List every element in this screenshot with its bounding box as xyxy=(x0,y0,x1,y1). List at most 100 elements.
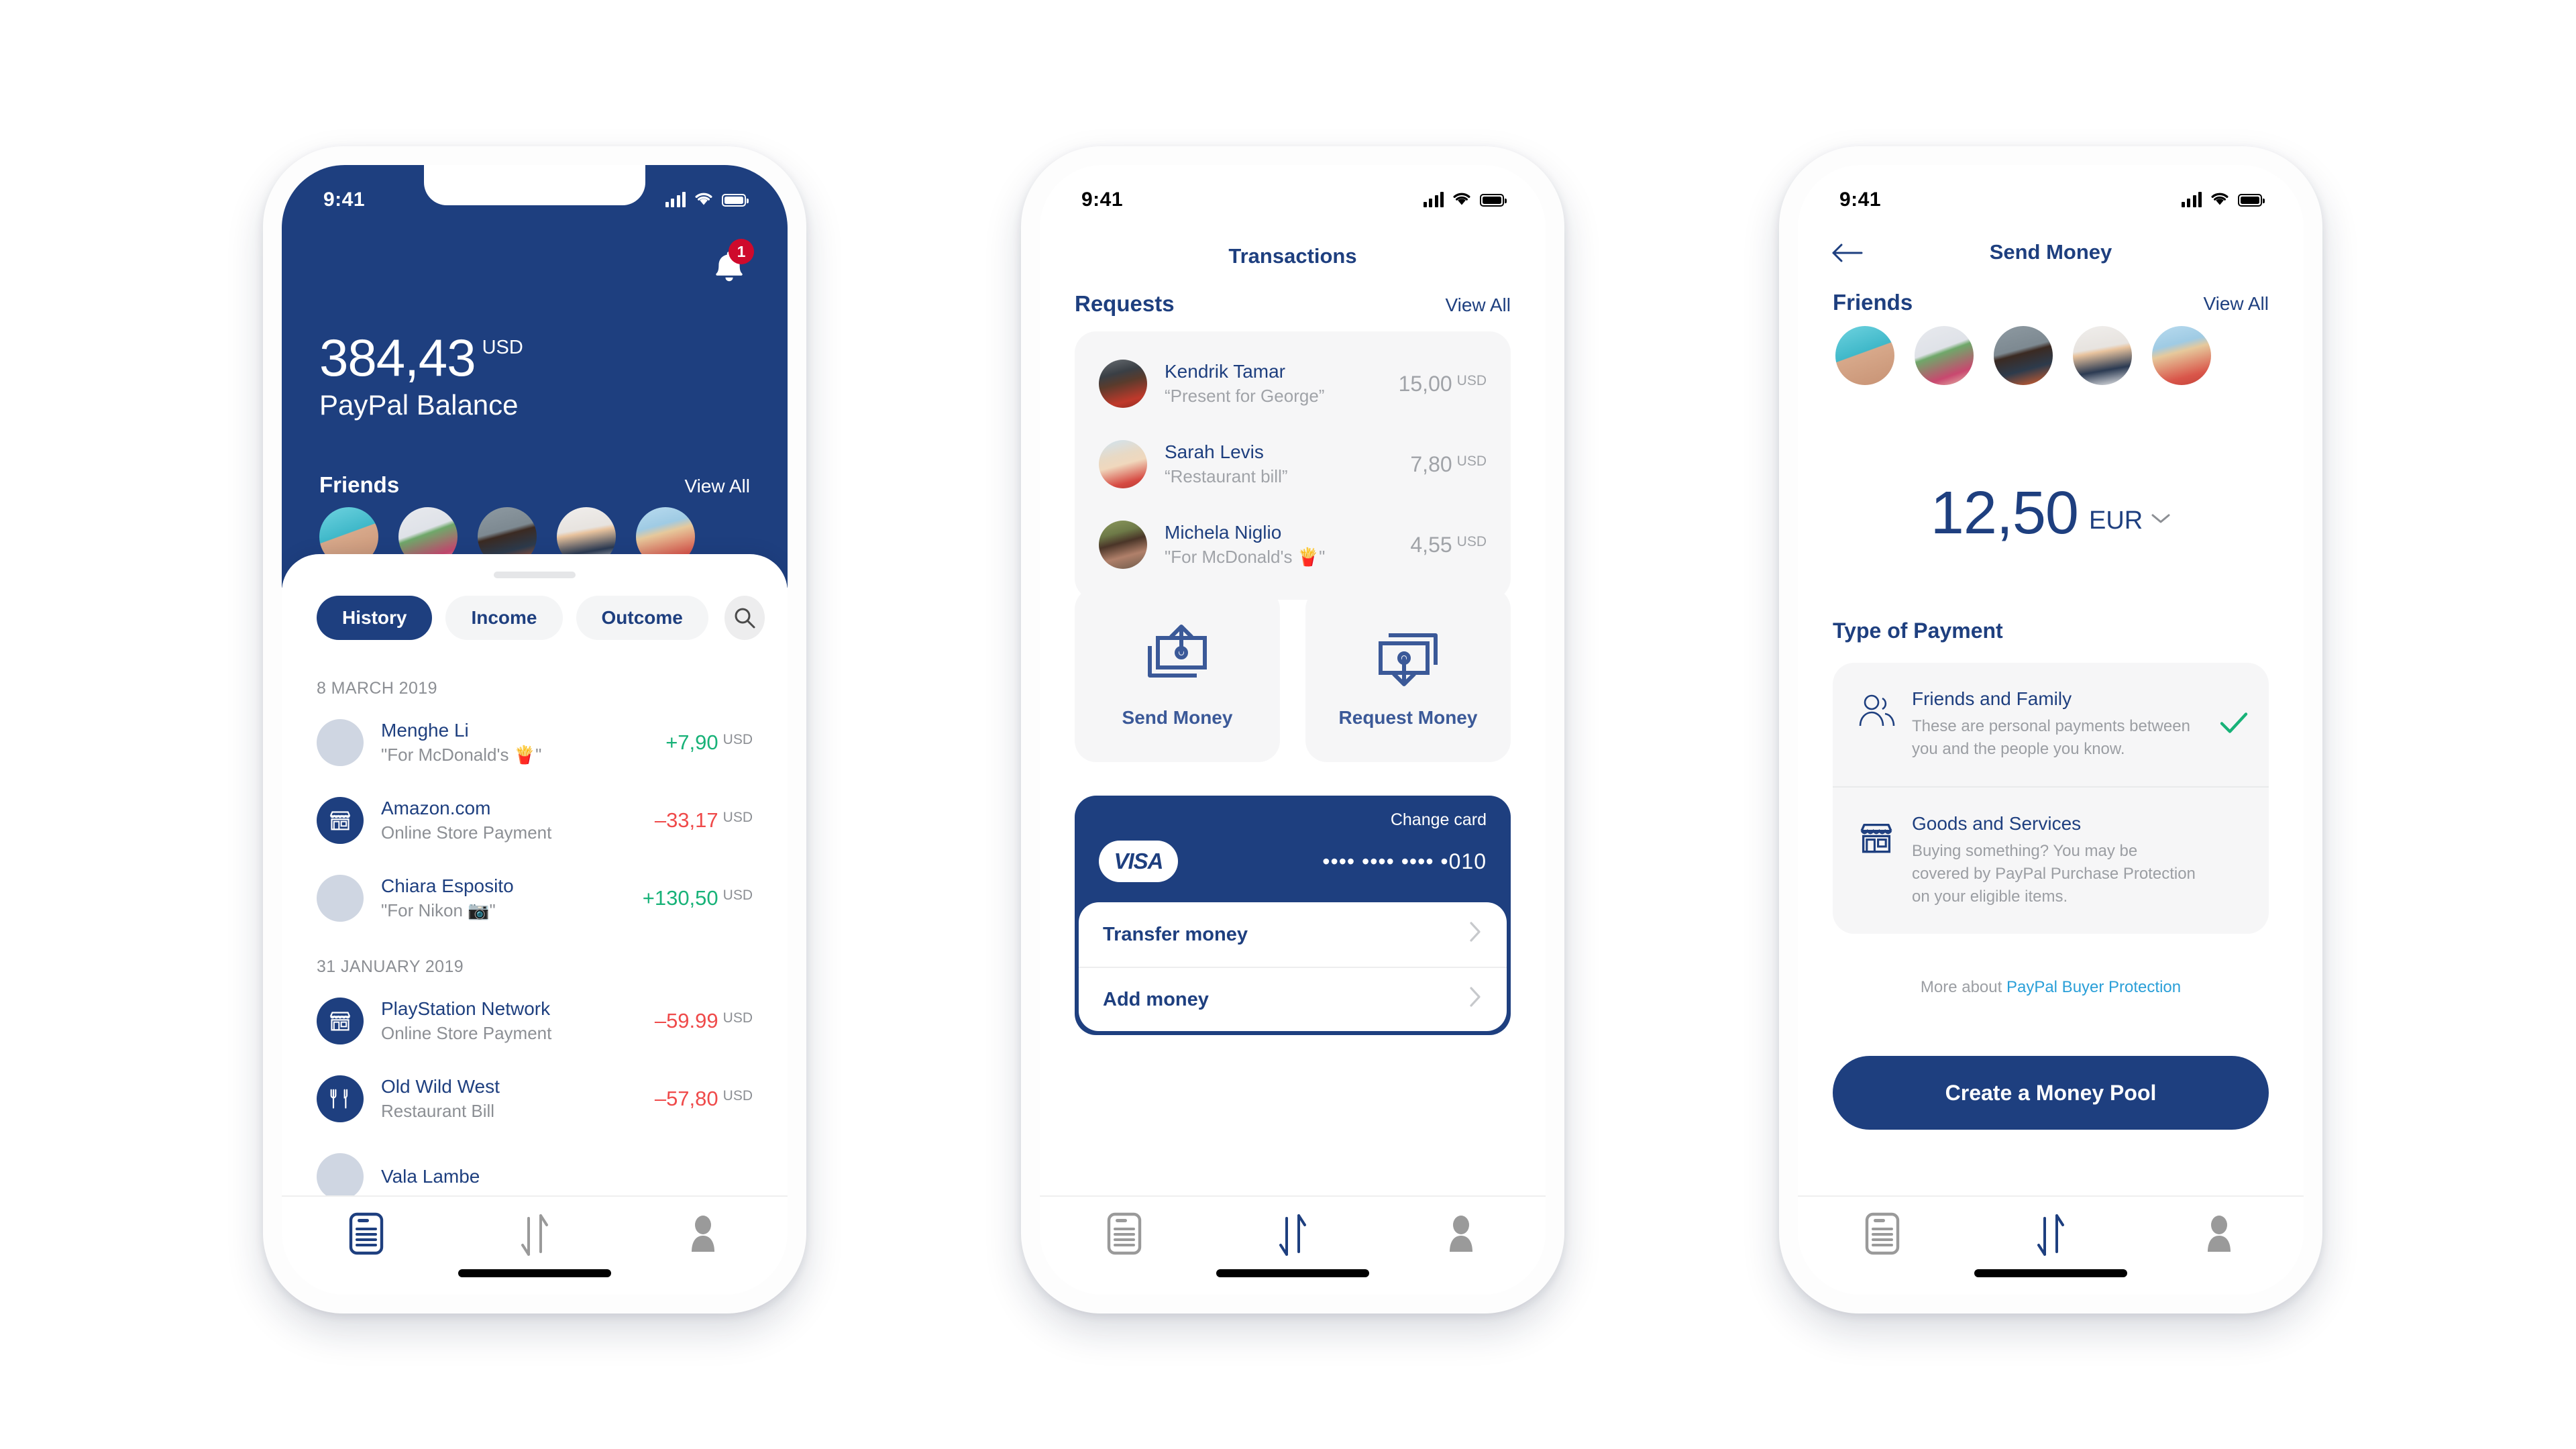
request-avatar xyxy=(1099,521,1147,569)
request-row[interactable]: Kendrik Tamar “Present for George” 15,00 US… xyxy=(1099,343,1487,424)
requests-view-all-link[interactable]: View All xyxy=(1445,294,1511,316)
transaction-avatar xyxy=(317,875,364,922)
requests-title: Requests xyxy=(1075,291,1175,316)
nav-transfer[interactable] xyxy=(1208,1212,1377,1262)
bottom-navigation xyxy=(282,1195,788,1295)
request-note: "For McDonald's 🍟" xyxy=(1165,547,1326,567)
transaction-date-header: 31 JANUARY 2019 xyxy=(317,957,464,976)
filter-tab-outcome[interactable]: Outcome xyxy=(576,596,708,640)
transaction-row[interactable]: Amazon.com Online Store Payment –33,17 USD xyxy=(317,782,753,859)
back-button[interactable] xyxy=(1831,241,1864,268)
request-details: Kendrik Tamar “Present for George” xyxy=(1165,361,1324,407)
status-indicators xyxy=(665,191,749,209)
transaction-details: PlayStation Network Online Store Payment xyxy=(381,998,551,1044)
transaction-details: Amazon.com Online Store Payment xyxy=(381,798,551,843)
store-icon xyxy=(317,797,364,844)
request-note: “Restaurant bill” xyxy=(1165,466,1288,486)
cellular-bars-icon xyxy=(2181,192,2202,207)
friend-avatar-3[interactable] xyxy=(1994,326,2053,385)
wifi-icon xyxy=(1452,191,1472,209)
amount-currency: USD xyxy=(1456,372,1487,388)
nav-profile[interactable] xyxy=(619,1212,788,1259)
amount-currency: USD xyxy=(722,1088,753,1104)
chevron-down-icon[interactable] xyxy=(2151,513,2171,528)
home-indicator xyxy=(1974,1269,2127,1277)
amount-currency: USD xyxy=(722,1010,753,1026)
people-icon xyxy=(1856,688,1897,761)
transaction-name: PlayStation Network xyxy=(381,998,551,1019)
card-brand-row: VISA •••• •••• •••• •010 xyxy=(1075,830,1511,902)
amount-value: 4,55 xyxy=(1410,532,1452,557)
balance-amount: 384,43 xyxy=(319,328,476,387)
action-label: Request Money xyxy=(1338,706,1478,728)
request-amount: 4,55 USD xyxy=(1410,533,1487,557)
request-amount: 7,80 USD xyxy=(1410,452,1487,477)
filter-tab-income[interactable]: Income xyxy=(445,596,563,640)
nav-profile[interactable] xyxy=(2135,1212,2304,1259)
transaction-note: "For McDonald's 🍟" xyxy=(381,745,542,765)
transaction-note: Restaurant Bill xyxy=(381,1101,495,1121)
payment-type-option[interactable]: Goods and Services Buying something? You … xyxy=(1833,786,2269,934)
send-money-button[interactable]: Send Money xyxy=(1075,588,1280,762)
transaction-row[interactable]: Chiara Esposito "For Nikon 📷" +130,50 USD xyxy=(317,859,753,937)
check-icon xyxy=(2219,711,2249,739)
transaction-amount: +7,90 USD xyxy=(665,731,753,755)
request-money-icon xyxy=(1371,622,1445,692)
requests-card: Kendrik Tamar “Present for George” 15,00 US… xyxy=(1075,331,1511,600)
payment-type-option[interactable]: Friends and Family These are personal pay… xyxy=(1833,663,2269,786)
store-icon xyxy=(317,998,364,1044)
cellular-bars-icon xyxy=(665,192,686,207)
request-row[interactable]: Michela Niglio "For McDonald's 🍟" 4,55 USD xyxy=(1099,504,1487,585)
friends-header: Friends View All xyxy=(319,472,750,498)
phone-home-screen: 9:41 1 384,43 USD PayPal Balance Friends… xyxy=(263,146,806,1313)
amount-value: 12,50 xyxy=(1930,480,2079,547)
friends-view-all-link[interactable]: View All xyxy=(2203,293,2269,315)
nav-statement[interactable] xyxy=(282,1212,450,1259)
nav-statement[interactable] xyxy=(1040,1212,1208,1259)
nav-transfer[interactable] xyxy=(450,1212,619,1262)
friend-avatar-1[interactable] xyxy=(1835,326,1894,385)
screen-send-money: 9:41 Send Money Friends View All 12,50 E… xyxy=(1798,165,2304,1295)
request-note: “Present for George” xyxy=(1165,386,1325,406)
home-indicator xyxy=(1216,1269,1369,1277)
change-card-link[interactable]: Change card xyxy=(1075,810,1511,830)
sheet-drag-handle[interactable] xyxy=(494,572,576,578)
request-money-button[interactable]: Request Money xyxy=(1305,588,1511,762)
notification-bell-button[interactable]: 1 xyxy=(708,239,754,286)
friend-avatar-2[interactable] xyxy=(1915,326,1974,385)
transaction-row[interactable]: Old Wild West Restaurant Bill –57,80 USD xyxy=(317,1060,753,1138)
request-name: Michela Niglio xyxy=(1165,522,1282,543)
friends-view-all-link[interactable]: View All xyxy=(684,476,750,497)
wifi-icon xyxy=(694,191,714,209)
transaction-row[interactable]: Menghe Li "For McDonald's 🍟" +7,90 USD xyxy=(317,704,753,782)
friend-avatar-4[interactable] xyxy=(2073,326,2132,385)
transfer-money-row[interactable]: Transfer money xyxy=(1079,902,1507,967)
request-row[interactable]: Sarah Levis “Restaurant bill” 7,80 USD xyxy=(1099,424,1487,504)
payment-type-description: Buying something? You may be covered by … xyxy=(1912,842,2196,906)
request-name: Kendrik Tamar xyxy=(1165,361,1286,382)
nav-transfer[interactable] xyxy=(1966,1212,2135,1262)
transaction-date-header: 8 MARCH 2019 xyxy=(317,679,437,698)
transaction-amount: –33,17 USD xyxy=(655,808,753,833)
request-details: Michela Niglio "For McDonald's 🍟" xyxy=(1165,522,1325,568)
buyer-protection-link[interactable]: PayPal Buyer Protection xyxy=(2006,978,2181,996)
amount-currency: USD xyxy=(722,888,753,903)
search-icon[interactable] xyxy=(724,596,765,640)
card-item-label: Transfer money xyxy=(1103,923,1248,945)
create-money-pool-button[interactable]: Create a Money Pool xyxy=(1833,1056,2269,1130)
friend-avatar-5[interactable] xyxy=(2152,326,2211,385)
add-money-row[interactable]: Add money xyxy=(1079,967,1507,1031)
amount-display[interactable]: 12,50 EUR xyxy=(1798,480,2304,547)
transaction-row[interactable]: PlayStation Network Online Store Payment –… xyxy=(317,982,753,1060)
nav-statement[interactable] xyxy=(1798,1212,1966,1259)
amount-value: 7,80 xyxy=(1410,451,1452,476)
home-header: 9:41 1 384,43 USD PayPal Balance Friends… xyxy=(282,165,788,588)
screen-transactions: 9:41 Transactions Requests View All Kend… xyxy=(1040,165,1546,1295)
status-bar: 9:41 xyxy=(1040,165,1546,235)
card-number-masked: •••• •••• •••• •010 xyxy=(1322,849,1487,873)
person-icon xyxy=(1442,1212,1480,1259)
nav-profile[interactable] xyxy=(1377,1212,1546,1259)
action-tiles: Send Money Request Money xyxy=(1075,588,1511,762)
filter-tab-history[interactable]: History xyxy=(317,596,433,640)
payment-type-name: Friends and Family xyxy=(1912,688,2072,709)
